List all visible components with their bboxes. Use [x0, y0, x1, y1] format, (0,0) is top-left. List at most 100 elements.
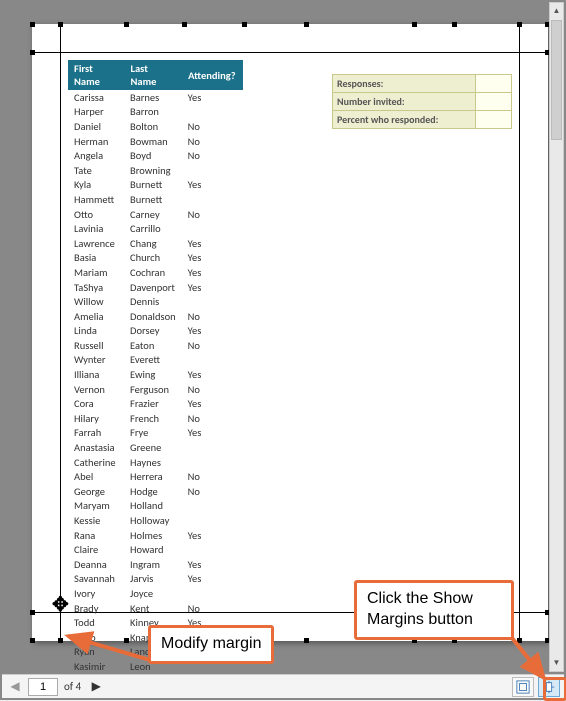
cell-first: Maryam	[68, 499, 124, 514]
cell-attending: No	[182, 469, 242, 484]
cell-last: Bolton	[124, 119, 182, 134]
margin-handle[interactable]	[517, 638, 522, 643]
table-row: AbelHerreraNo	[68, 469, 242, 484]
cell-last: Ingram	[124, 557, 182, 572]
table-row: KylaBurnettYes	[68, 178, 242, 193]
cell-last: Barnes	[124, 90, 182, 105]
table-row: HilaryFrenchNo	[68, 411, 242, 426]
scroll-thumb[interactable]	[551, 20, 562, 140]
cell-attending: Yes	[182, 251, 242, 266]
cell-last: Howard	[124, 542, 182, 557]
table-row: BasiaChurchYes	[68, 251, 242, 266]
cell-attending: Yes	[182, 236, 242, 251]
cell-first: Anastasia	[68, 440, 124, 455]
cell-last: Holloway	[124, 513, 182, 528]
margin-handle[interactable]	[124, 22, 129, 27]
cell-last: Everett	[124, 353, 182, 368]
cell-first: Hilary	[68, 411, 124, 426]
cell-attending: Yes	[182, 426, 242, 441]
cell-attending: No	[182, 134, 242, 149]
preview-viewport: First Name Last Name Attending? CarissaB…	[2, 2, 548, 672]
cell-last: Holmes	[124, 528, 182, 543]
cell-last: Hodge	[124, 484, 182, 499]
margin-handle[interactable]	[517, 22, 522, 27]
cell-last: Boyd	[124, 148, 182, 163]
cell-attending	[182, 105, 242, 120]
scroll-down-icon[interactable]: ▼	[550, 655, 563, 671]
stat-row-responses: Responses:	[332, 74, 512, 93]
cell-attending: Yes	[182, 396, 242, 411]
margin-handle[interactable]	[58, 22, 63, 27]
table-row: SavannahJarvisYes	[68, 572, 242, 587]
page-number-input[interactable]	[28, 678, 58, 696]
cell-first: Tate	[68, 163, 124, 178]
cell-attending	[182, 221, 242, 236]
cell-last: Donaldson	[124, 309, 182, 324]
cell-last: Church	[124, 251, 182, 266]
cell-first: Farrah	[68, 426, 124, 441]
stat-value	[475, 75, 511, 92]
margin-guide-right[interactable]	[519, 24, 520, 641]
cell-last: Burnett	[124, 192, 182, 207]
margin-handle[interactable]	[412, 22, 417, 27]
table-row: CarissaBarnesYes	[68, 90, 242, 105]
cell-last: Bowman	[124, 134, 182, 149]
cell-last: Burnett	[124, 178, 182, 193]
margin-guide-top[interactable]	[32, 52, 548, 53]
cell-last: Chang	[124, 236, 182, 251]
cell-last: Ferguson	[124, 382, 182, 397]
margin-handle[interactable]	[304, 22, 309, 27]
cell-last: Dennis	[124, 294, 182, 309]
margin-handle[interactable]	[182, 22, 187, 27]
margin-handle[interactable]	[452, 22, 457, 27]
cell-attending	[182, 440, 242, 455]
table-row: TaShyaDavenportYes	[68, 280, 242, 295]
cell-first: Mariam	[68, 265, 124, 280]
cell-last: Greene	[124, 440, 182, 455]
margin-handle[interactable]	[30, 50, 35, 55]
table-row: FarrahFryeYes	[68, 426, 242, 441]
cell-first: Cora	[68, 396, 124, 411]
cell-first: Russell	[68, 338, 124, 353]
margin-handle[interactable]	[30, 22, 35, 27]
cell-last: Jarvis	[124, 572, 182, 587]
cell-first: Harper	[68, 105, 124, 120]
cell-attending: Yes	[182, 557, 242, 572]
cell-attending: No	[182, 207, 242, 222]
vertical-scrollbar[interactable]: ▲ ▼	[549, 2, 564, 672]
cell-first: Lawrence	[68, 236, 124, 251]
cell-last: Ewing	[124, 367, 182, 382]
cell-first: Amelia	[68, 309, 124, 324]
print-preview-app: First Name Last Name Attending? CarissaB…	[0, 0, 566, 700]
zoom-to-page-button[interactable]	[538, 677, 560, 697]
margin-guide-left[interactable]	[60, 24, 61, 641]
cell-attending	[182, 163, 242, 178]
margin-handle[interactable]	[304, 638, 309, 643]
table-row: TateBrowning	[68, 163, 242, 178]
cell-attending	[182, 192, 242, 207]
table-row: HarperBarron	[68, 105, 242, 120]
margin-handle[interactable]	[242, 22, 247, 27]
cell-last: Davenport	[124, 280, 182, 295]
stat-value	[475, 111, 511, 128]
margin-handle[interactable]	[30, 638, 35, 643]
cell-last: Haynes	[124, 455, 182, 470]
cell-attending: Yes	[182, 178, 242, 193]
margin-handle[interactable]	[30, 610, 35, 615]
scroll-up-icon[interactable]: ▲	[550, 3, 563, 19]
prev-page-button[interactable]: ◀	[6, 678, 24, 696]
next-page-button[interactable]: ▶	[87, 678, 105, 696]
cell-attending: Yes	[182, 265, 242, 280]
cell-last: Kent	[124, 601, 182, 616]
show-margins-button[interactable]	[512, 677, 534, 697]
cell-first: Wynter	[68, 353, 124, 368]
margin-handle[interactable]	[58, 638, 63, 643]
table-row: HammettBurnett	[68, 192, 242, 207]
col-header-firstname: First Name	[68, 60, 124, 90]
cell-first: Kyla	[68, 178, 124, 193]
cell-attending	[182, 586, 242, 601]
cell-last: Dorsey	[124, 324, 182, 339]
cell-first: Vernon	[68, 382, 124, 397]
cell-last: Frazier	[124, 396, 182, 411]
status-bar: ◀ of 4 ▶	[2, 674, 564, 698]
